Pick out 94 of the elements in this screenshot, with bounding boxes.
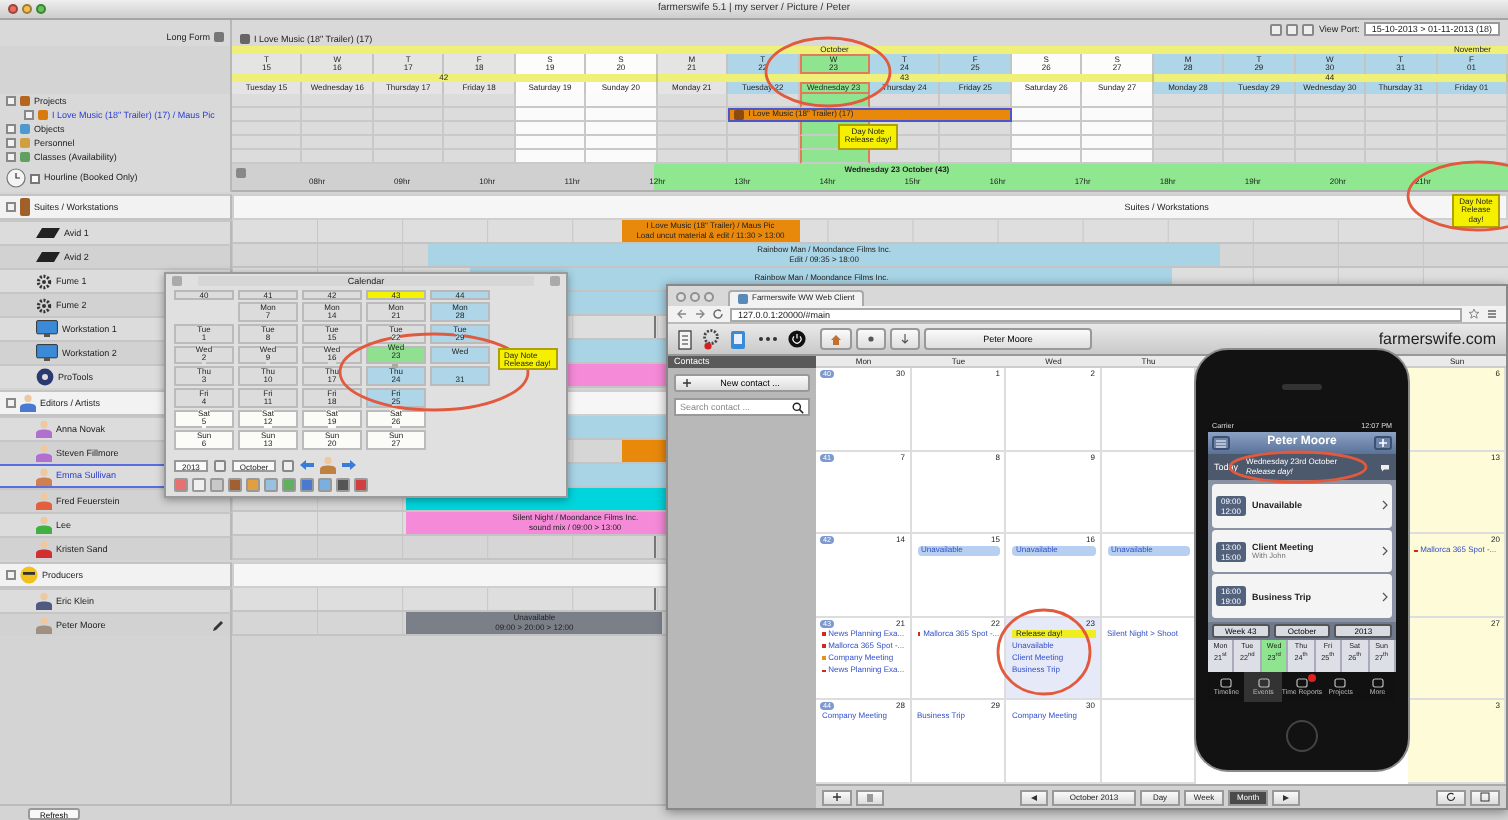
plus-icon [1378,438,1388,448]
close-button[interactable] [676,291,686,301]
chevron-right-icon [1382,500,1388,511]
collapse-icon[interactable] [6,398,16,408]
toolbar-tile-icon[interactable] [192,478,206,492]
plus-icon [832,792,842,802]
delete-button[interactable] [856,789,884,805]
refresh-button[interactable] [1436,789,1466,805]
long-form-icon[interactable] [214,32,224,42]
resize-icon[interactable] [550,275,560,286]
monitor-icon [36,320,58,338]
zoom-button[interactable] [36,4,46,14]
chevron-right-icon [1382,591,1388,602]
tab-icon [1220,677,1233,688]
zoom-button[interactable] [704,291,714,301]
classes-icon [20,152,30,162]
gear-icon[interactable] [702,328,721,350]
speaker-icon [1282,384,1322,390]
document-icon[interactable] [677,329,692,349]
stepper-button[interactable] [213,459,226,471]
collapse-icon[interactable] [6,570,16,580]
person-icon [20,394,36,412]
list-button[interactable] [1212,436,1230,450]
refresh-icon [1446,792,1456,802]
monitor-icon [36,344,58,362]
door-icon [20,198,30,216]
brand-logo: farmerswife.com [1378,329,1496,349]
plus-icon [682,378,692,388]
folder-icon [20,96,30,106]
search-icon [792,401,804,413]
clock-icon [6,168,26,188]
toolbar-tile-icon[interactable] [246,478,260,492]
previous-button[interactable] [1020,789,1048,805]
next-button[interactable] [1272,789,1300,805]
project-icon [734,110,745,120]
add-button[interactable] [1374,436,1392,450]
disc-icon [36,368,54,386]
power-icon[interactable] [788,330,807,348]
home-button[interactable] [820,328,852,350]
person-icon [319,456,336,474]
toolbar-tile-icon[interactable] [354,478,368,492]
close-button[interactable] [8,4,18,14]
trash-icon [866,792,874,802]
tab-icon [1371,677,1384,688]
add-button[interactable] [822,789,852,805]
forward-icon[interactable] [694,308,706,320]
home-icon [830,333,842,345]
pencil-icon[interactable] [212,619,224,631]
device-icon [36,252,60,262]
book-icon[interactable] [730,329,747,349]
more-dots-icon[interactable] [757,336,778,342]
minimize-button[interactable] [22,4,32,14]
menu-icon[interactable] [1486,308,1498,320]
stepper-button[interactable] [281,459,294,471]
panel-icon [1480,792,1490,802]
device-icon [36,228,60,238]
back-icon[interactable] [676,308,688,320]
toolbar-tile-icon[interactable] [282,478,296,492]
smiley-icon [20,566,38,584]
project-icon [38,110,48,120]
objects-icon [20,124,30,134]
toolbar-tile-icon[interactable] [210,478,224,492]
calendar-day[interactable] [1101,451,1196,535]
toolbar-tile-icon[interactable] [300,478,314,492]
toolbar-tile-icon[interactable] [228,478,242,492]
favicon-icon [738,294,748,304]
toolbar-tile-icon[interactable] [174,478,188,492]
tab-icon [1334,677,1347,688]
favorite-button[interactable] [856,328,886,350]
toolbar-tile-icon[interactable] [318,478,332,492]
collapse-icon[interactable] [236,168,246,178]
hourline-checkbox[interactable] [30,173,40,183]
personnel-icon [20,138,30,148]
tab-icon [1257,677,1270,688]
chevron-right-icon [1382,546,1388,556]
home-button[interactable] [1286,720,1318,752]
tab-icon [1295,677,1308,688]
back-arrow-icon[interactable] [299,460,314,470]
toolbar-tile-icon[interactable] [336,478,350,492]
minimize-button[interactable] [690,291,700,301]
resize-icon[interactable] [172,275,182,286]
reload-icon[interactable] [712,308,724,320]
comment-icon [1380,463,1390,471]
collapse-icon[interactable] [6,202,16,212]
notification-badge [1308,674,1317,682]
list-icon [1216,439,1226,447]
right-triangle-icon [1282,793,1290,801]
project-icon [240,33,250,44]
download-button[interactable] [890,328,920,350]
left-triangle-icon [1030,793,1038,801]
download-icon [900,333,910,345]
highlight-ellipse [996,608,1092,696]
toolbar-tile-icon[interactable] [264,478,278,492]
forward-arrow-icon[interactable] [341,460,356,470]
